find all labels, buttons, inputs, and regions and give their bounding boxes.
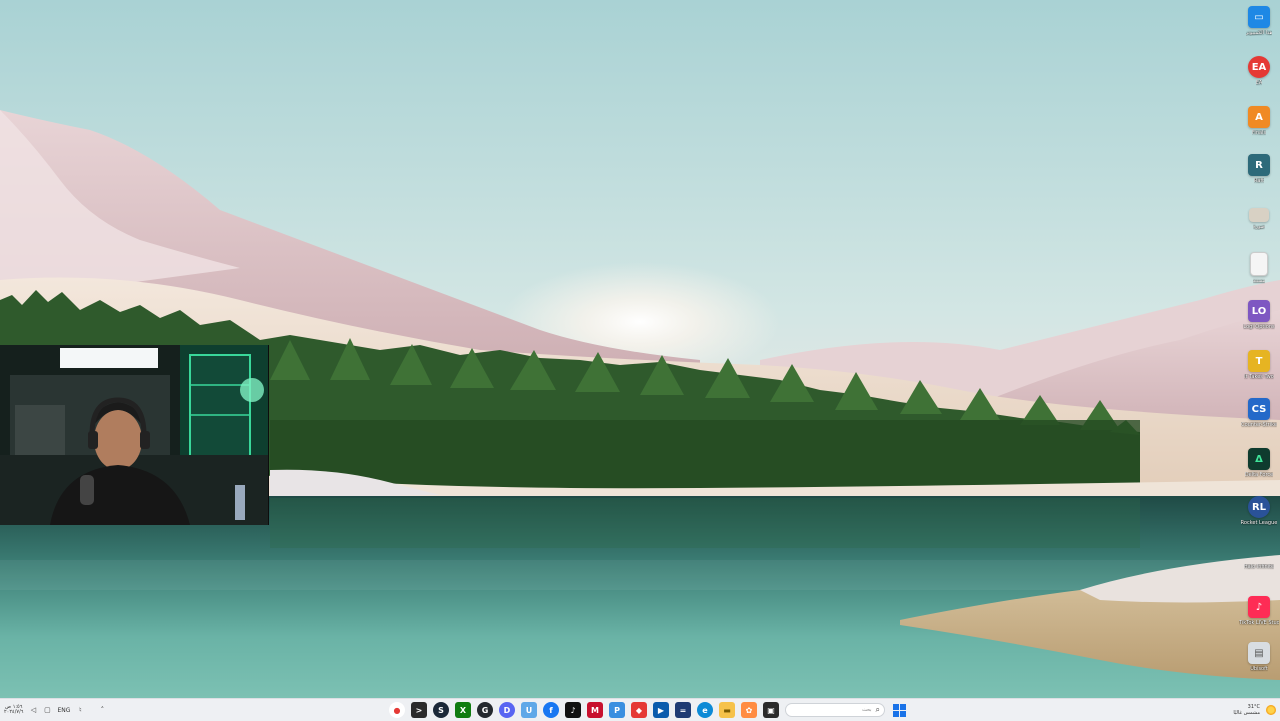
red-app-icon[interactable]: ◆: [631, 702, 647, 718]
microphone-icon[interactable]: ♮: [76, 706, 84, 714]
desktop-icon-this-pc[interactable]: ▭ هذا الكمبيوتر: [1240, 6, 1278, 36]
weather-description: مشمس غالبًا: [1233, 710, 1260, 716]
tiktok-icon[interactable]: ♪: [565, 702, 581, 718]
chevron-up-icon[interactable]: ˄: [98, 706, 106, 714]
media-icon[interactable]: ▶: [653, 702, 669, 718]
file-explorer-icon[interactable]: ▬: [719, 702, 735, 718]
desktop-icon-ea[interactable]: EA EA: [1240, 56, 1278, 86]
monitor-icon: ▭: [1248, 6, 1270, 28]
chrome-icon[interactable]: ●: [389, 702, 405, 718]
finals-icon: A: [1248, 106, 1270, 128]
taskbar: ١:٥٦ ص ٢٠٢٤/٧/٦ ◁ ▢ ENG ♮ ˄ ● > S X G D …: [0, 698, 1280, 721]
webcam-overlay: [0, 345, 269, 525]
terminal-icon[interactable]: >: [411, 702, 427, 718]
game-shortcut-icon: [1248, 552, 1270, 562]
desktop-icon-image-file[interactable]: صورة: [1240, 208, 1278, 230]
search-placeholder: بحث: [861, 707, 872, 713]
edge-icon[interactable]: e: [697, 702, 713, 718]
start-button[interactable]: [891, 702, 907, 718]
desktop-icon-game[interactable]: T It Takes Two: [1240, 350, 1278, 380]
mcafee-icon[interactable]: M: [587, 702, 603, 718]
desktop-icon-logi-options[interactable]: LO Logi Options: [1240, 300, 1278, 330]
facebook-icon[interactable]: f: [543, 702, 559, 718]
desktop-icon-delta-force[interactable]: Δ Delta Force: [1240, 448, 1278, 478]
paint-icon[interactable]: P: [609, 702, 625, 718]
xbox-icon[interactable]: X: [455, 702, 471, 718]
network-icon[interactable]: ▢: [43, 706, 51, 714]
ea-icon: EA: [1248, 56, 1270, 78]
delta-force-icon: Δ: [1248, 448, 1270, 470]
desktop-icon-document[interactable]: مستند: [1240, 252, 1278, 284]
speaker-icon[interactable]: ◁: [29, 706, 37, 714]
taskbar-weather[interactable]: 31°C مشمس غالبًا: [1233, 699, 1276, 721]
discord-icon[interactable]: D: [499, 702, 515, 718]
shield-icon[interactable]: U: [521, 702, 537, 718]
photos-icon[interactable]: ✿: [741, 702, 757, 718]
desktop-icon-counter-strike[interactable]: CS Counter-Strike: [1240, 398, 1278, 428]
desktop-icon-app-shortcut[interactable]: ▤ Ubisoft: [1240, 642, 1278, 672]
widget-datetime[interactable]: ١:٥٦ ص ٢٠٢٤/٧/٦: [4, 705, 23, 715]
image-file-icon: [1249, 208, 1269, 222]
rocket-league-icon: RL: [1248, 496, 1270, 518]
raft-icon: R: [1248, 154, 1270, 176]
counter-strike-icon: CS: [1248, 398, 1270, 420]
desktop-icon-rocket-league[interactable]: RL Rocket League: [1240, 496, 1278, 526]
desktop-icon-raft[interactable]: R Raft: [1240, 154, 1278, 184]
desktop-icon-finals[interactable]: A Finals: [1240, 106, 1278, 136]
taskbar-apps: ● > S X G D U f ♪ M P ◆ ▶ = e ▬ ✿ ▣ بحث …: [389, 699, 907, 721]
keyboard-language[interactable]: ENG: [57, 707, 70, 714]
steam-icon[interactable]: S: [433, 702, 449, 718]
github-icon[interactable]: G: [477, 702, 493, 718]
taskbar-search-box[interactable]: بحث ⌕: [785, 703, 885, 717]
search-icon: ⌕: [875, 705, 880, 714]
app-shortcut-icon: ▤: [1248, 642, 1270, 664]
app-icon[interactable]: ▣: [763, 702, 779, 718]
logi-options-icon: LO: [1248, 300, 1270, 322]
calculator-icon[interactable]: =: [675, 702, 691, 718]
desktop-icon-tiktok-live-studio[interactable]: ♪ TikTok LIVE Studio: [1239, 596, 1279, 626]
taskbar-left-tray: ١:٥٦ ص ٢٠٢٤/٧/٦ ◁ ▢ ENG ♮ ˄: [4, 699, 106, 721]
tiktok-live-studio-icon: ♪: [1248, 596, 1270, 618]
document-icon: [1250, 252, 1268, 276]
sun-icon: [1266, 705, 1276, 715]
desktop-icon-game-shortcut[interactable]: Halo Infinite: [1240, 552, 1278, 570]
game-icon: T: [1248, 350, 1270, 372]
